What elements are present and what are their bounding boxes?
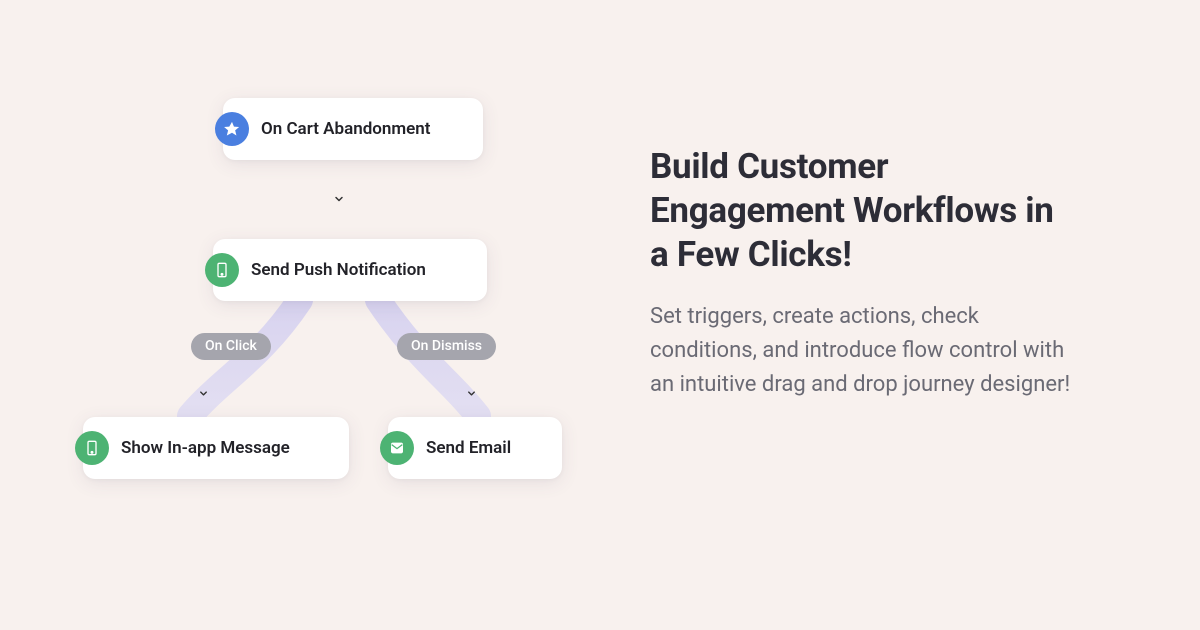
pill-label: On Dismiss: [411, 338, 482, 354]
workflow-node-inapp[interactable]: Show In-app Message: [83, 417, 349, 479]
phone-icon: [75, 431, 109, 465]
branch-pill-dismiss[interactable]: On Dismiss: [397, 333, 496, 360]
hero-text: Build Customer Engagement Workflows in a…: [650, 145, 1080, 403]
node-label: Send Email: [426, 438, 511, 458]
connector-lines: [0, 0, 600, 630]
star-icon: [215, 112, 249, 146]
workflow-node-push[interactable]: Send Push Notification: [213, 239, 487, 301]
branch-pill-click[interactable]: On Click: [191, 333, 271, 360]
pill-label: On Click: [205, 338, 257, 354]
chevron-down-icon: [198, 388, 210, 400]
hero-body: Set triggers, create actions, check cond…: [650, 300, 1080, 402]
workflow-node-trigger[interactable]: On Cart Abandonment: [223, 98, 483, 160]
chevron-down-icon: [466, 388, 478, 400]
node-label: Show In-app Message: [121, 438, 290, 458]
mail-icon: [380, 431, 414, 465]
node-label: On Cart Abandonment: [261, 119, 431, 139]
chevron-down-icon: [333, 193, 345, 205]
workflow-node-email[interactable]: Send Email: [388, 417, 562, 479]
node-label: Send Push Notification: [251, 260, 426, 280]
phone-icon: [205, 253, 239, 287]
hero-headline: Build Customer Engagement Workflows in a…: [650, 145, 1080, 276]
workflow-diagram: On Cart Abandonment Send Push Notificati…: [0, 0, 600, 630]
